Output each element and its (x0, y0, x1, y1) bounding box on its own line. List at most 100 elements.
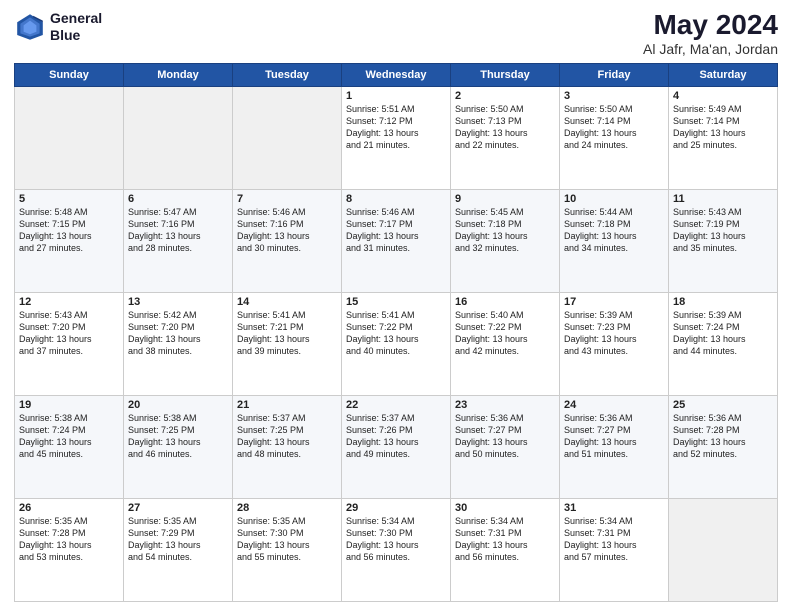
cell-info: Sunrise: 5:38 AM Sunset: 7:25 PM Dayligh… (128, 412, 228, 461)
day-number: 14 (237, 296, 337, 308)
calendar-cell (124, 86, 233, 189)
header: General Blue May 2024 Al Jafr, Ma'an, Jo… (14, 10, 778, 57)
week-row-3: 12Sunrise: 5:43 AM Sunset: 7:20 PM Dayli… (15, 292, 778, 395)
day-number: 4 (673, 90, 773, 102)
day-number: 10 (564, 193, 664, 205)
cell-info: Sunrise: 5:40 AM Sunset: 7:22 PM Dayligh… (455, 309, 555, 358)
cell-info: Sunrise: 5:49 AM Sunset: 7:14 PM Dayligh… (673, 103, 773, 152)
calendar-cell: 3Sunrise: 5:50 AM Sunset: 7:14 PM Daylig… (560, 86, 669, 189)
cell-info: Sunrise: 5:36 AM Sunset: 7:28 PM Dayligh… (673, 412, 773, 461)
calendar-cell: 21Sunrise: 5:37 AM Sunset: 7:25 PM Dayli… (233, 395, 342, 498)
day-header-sunday: Sunday (15, 63, 124, 86)
week-row-5: 26Sunrise: 5:35 AM Sunset: 7:28 PM Dayli… (15, 498, 778, 601)
cell-info: Sunrise: 5:45 AM Sunset: 7:18 PM Dayligh… (455, 206, 555, 255)
calendar-cell: 14Sunrise: 5:41 AM Sunset: 7:21 PM Dayli… (233, 292, 342, 395)
calendar-cell: 27Sunrise: 5:35 AM Sunset: 7:29 PM Dayli… (124, 498, 233, 601)
calendar-cell: 5Sunrise: 5:48 AM Sunset: 7:15 PM Daylig… (15, 189, 124, 292)
day-header-friday: Friday (560, 63, 669, 86)
day-number: 3 (564, 90, 664, 102)
day-number: 1 (346, 90, 446, 102)
calendar-cell: 19Sunrise: 5:38 AM Sunset: 7:24 PM Dayli… (15, 395, 124, 498)
calendar-cell: 22Sunrise: 5:37 AM Sunset: 7:26 PM Dayli… (342, 395, 451, 498)
week-row-1: 1Sunrise: 5:51 AM Sunset: 7:12 PM Daylig… (15, 86, 778, 189)
day-number: 20 (128, 399, 228, 411)
cell-info: Sunrise: 5:41 AM Sunset: 7:22 PM Dayligh… (346, 309, 446, 358)
calendar-cell: 7Sunrise: 5:46 AM Sunset: 7:16 PM Daylig… (233, 189, 342, 292)
cell-info: Sunrise: 5:35 AM Sunset: 7:30 PM Dayligh… (237, 515, 337, 564)
calendar-cell: 16Sunrise: 5:40 AM Sunset: 7:22 PM Dayli… (451, 292, 560, 395)
calendar-cell (15, 86, 124, 189)
calendar-cell: 11Sunrise: 5:43 AM Sunset: 7:19 PM Dayli… (669, 189, 778, 292)
calendar-cell: 2Sunrise: 5:50 AM Sunset: 7:13 PM Daylig… (451, 86, 560, 189)
cell-info: Sunrise: 5:50 AM Sunset: 7:14 PM Dayligh… (564, 103, 664, 152)
calendar-cell: 12Sunrise: 5:43 AM Sunset: 7:20 PM Dayli… (15, 292, 124, 395)
day-number: 25 (673, 399, 773, 411)
calendar-title: May 2024 (643, 10, 778, 41)
cell-info: Sunrise: 5:43 AM Sunset: 7:19 PM Dayligh… (673, 206, 773, 255)
cell-info: Sunrise: 5:38 AM Sunset: 7:24 PM Dayligh… (19, 412, 119, 461)
calendar-cell (233, 86, 342, 189)
cell-info: Sunrise: 5:43 AM Sunset: 7:20 PM Dayligh… (19, 309, 119, 358)
day-number: 22 (346, 399, 446, 411)
calendar-cell: 6Sunrise: 5:47 AM Sunset: 7:16 PM Daylig… (124, 189, 233, 292)
day-number: 13 (128, 296, 228, 308)
day-number: 12 (19, 296, 119, 308)
calendar-cell: 30Sunrise: 5:34 AM Sunset: 7:31 PM Dayli… (451, 498, 560, 601)
calendar-cell: 18Sunrise: 5:39 AM Sunset: 7:24 PM Dayli… (669, 292, 778, 395)
title-block: May 2024 Al Jafr, Ma'an, Jordan (643, 10, 778, 57)
calendar-cell: 23Sunrise: 5:36 AM Sunset: 7:27 PM Dayli… (451, 395, 560, 498)
day-number: 19 (19, 399, 119, 411)
cell-info: Sunrise: 5:47 AM Sunset: 7:16 PM Dayligh… (128, 206, 228, 255)
calendar-cell: 9Sunrise: 5:45 AM Sunset: 7:18 PM Daylig… (451, 189, 560, 292)
logo: General Blue (14, 10, 102, 44)
day-number: 28 (237, 502, 337, 514)
day-number: 16 (455, 296, 555, 308)
day-number: 26 (19, 502, 119, 514)
day-number: 18 (673, 296, 773, 308)
cell-info: Sunrise: 5:39 AM Sunset: 7:23 PM Dayligh… (564, 309, 664, 358)
day-number: 5 (19, 193, 119, 205)
calendar-cell: 31Sunrise: 5:34 AM Sunset: 7:31 PM Dayli… (560, 498, 669, 601)
cell-info: Sunrise: 5:39 AM Sunset: 7:24 PM Dayligh… (673, 309, 773, 358)
day-number: 8 (346, 193, 446, 205)
cell-info: Sunrise: 5:36 AM Sunset: 7:27 PM Dayligh… (564, 412, 664, 461)
calendar-table: SundayMondayTuesdayWednesdayThursdayFrid… (14, 63, 778, 602)
cell-info: Sunrise: 5:41 AM Sunset: 7:21 PM Dayligh… (237, 309, 337, 358)
cell-info: Sunrise: 5:42 AM Sunset: 7:20 PM Dayligh… (128, 309, 228, 358)
cell-info: Sunrise: 5:34 AM Sunset: 7:31 PM Dayligh… (564, 515, 664, 564)
calendar-cell: 29Sunrise: 5:34 AM Sunset: 7:30 PM Dayli… (342, 498, 451, 601)
calendar-subtitle: Al Jafr, Ma'an, Jordan (643, 41, 778, 57)
day-number: 24 (564, 399, 664, 411)
day-header-thursday: Thursday (451, 63, 560, 86)
cell-info: Sunrise: 5:46 AM Sunset: 7:17 PM Dayligh… (346, 206, 446, 255)
calendar-cell: 24Sunrise: 5:36 AM Sunset: 7:27 PM Dayli… (560, 395, 669, 498)
cell-info: Sunrise: 5:51 AM Sunset: 7:12 PM Dayligh… (346, 103, 446, 152)
day-number: 21 (237, 399, 337, 411)
calendar-cell: 26Sunrise: 5:35 AM Sunset: 7:28 PM Dayli… (15, 498, 124, 601)
calendar-cell: 15Sunrise: 5:41 AM Sunset: 7:22 PM Dayli… (342, 292, 451, 395)
day-header-tuesday: Tuesday (233, 63, 342, 86)
calendar-cell: 13Sunrise: 5:42 AM Sunset: 7:20 PM Dayli… (124, 292, 233, 395)
day-number: 2 (455, 90, 555, 102)
calendar-cell: 25Sunrise: 5:36 AM Sunset: 7:28 PM Dayli… (669, 395, 778, 498)
day-number: 9 (455, 193, 555, 205)
cell-info: Sunrise: 5:37 AM Sunset: 7:25 PM Dayligh… (237, 412, 337, 461)
week-row-4: 19Sunrise: 5:38 AM Sunset: 7:24 PM Dayli… (15, 395, 778, 498)
cell-info: Sunrise: 5:46 AM Sunset: 7:16 PM Dayligh… (237, 206, 337, 255)
day-number: 11 (673, 193, 773, 205)
day-number: 6 (128, 193, 228, 205)
cell-info: Sunrise: 5:44 AM Sunset: 7:18 PM Dayligh… (564, 206, 664, 255)
calendar-cell: 10Sunrise: 5:44 AM Sunset: 7:18 PM Dayli… (560, 189, 669, 292)
calendar-cell (669, 498, 778, 601)
calendar-cell: 1Sunrise: 5:51 AM Sunset: 7:12 PM Daylig… (342, 86, 451, 189)
day-number: 23 (455, 399, 555, 411)
cell-info: Sunrise: 5:34 AM Sunset: 7:31 PM Dayligh… (455, 515, 555, 564)
day-number: 30 (455, 502, 555, 514)
calendar-cell: 4Sunrise: 5:49 AM Sunset: 7:14 PM Daylig… (669, 86, 778, 189)
calendar-cell: 20Sunrise: 5:38 AM Sunset: 7:25 PM Dayli… (124, 395, 233, 498)
day-number: 27 (128, 502, 228, 514)
cell-info: Sunrise: 5:48 AM Sunset: 7:15 PM Dayligh… (19, 206, 119, 255)
day-header-monday: Monday (124, 63, 233, 86)
day-header-saturday: Saturday (669, 63, 778, 86)
page: General Blue May 2024 Al Jafr, Ma'an, Jo… (0, 0, 792, 612)
